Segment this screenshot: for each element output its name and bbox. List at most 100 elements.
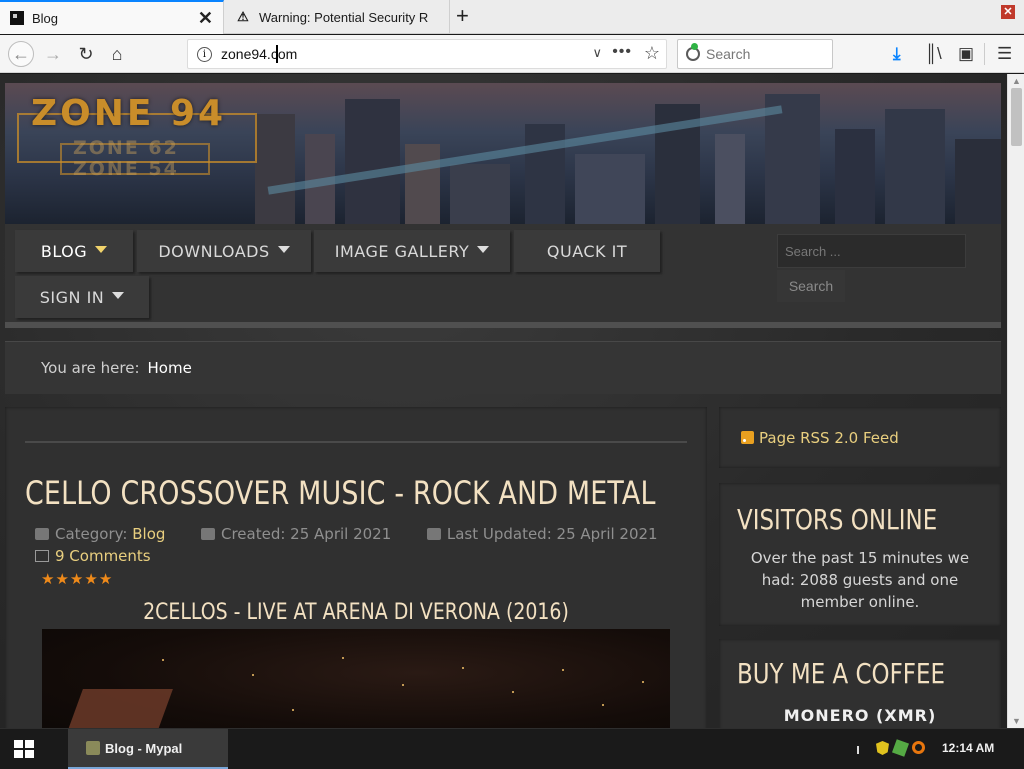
visitors-heading: VISITORS ONLINE: [737, 503, 938, 536]
home-button[interactable]: ⌂: [105, 42, 129, 66]
menu-item-label: BLOG: [40, 241, 88, 261]
toolbar-divider: [984, 43, 985, 65]
site-logo-sub: ZONE 62 ZONE 54: [73, 138, 179, 180]
coffee-heading: BUY ME A COFFEE: [737, 657, 946, 690]
site-search-input[interactable]: Search ...: [777, 234, 966, 268]
network-icon[interactable]: [891, 739, 910, 757]
tab-security-warning[interactable]: ⚠ Warning: Potential Security R: [225, 0, 450, 34]
search-icon: [686, 43, 700, 61]
url-bar[interactable]: i zone94.com ∨ ••• ☆: [187, 39, 667, 69]
star-icon[interactable]: ★: [84, 571, 98, 588]
rss-feed-card: Page RSS 2.0 Feed: [719, 407, 1001, 468]
chevron-down-icon[interactable]: ∨: [592, 45, 602, 61]
star-icon[interactable]: ★: [41, 571, 55, 588]
site-info-icon[interactable]: i: [197, 46, 212, 62]
rss-link[interactable]: Page RSS 2.0 Feed: [759, 429, 899, 447]
scrollbar-thumb[interactable]: [1011, 88, 1022, 146]
text-cursor: [276, 45, 278, 63]
caret-down-icon: [277, 245, 290, 253]
site-favicon-icon: [10, 11, 24, 25]
logo-sub-line: ZONE 62: [73, 137, 179, 159]
updated-date: Last Updated: 25 April 2021: [446, 525, 658, 543]
star-icon[interactable]: ★: [70, 571, 84, 588]
comments-link[interactable]: 9 Comments: [55, 547, 151, 565]
os-taskbar: Blog - Mypal 12:14 AM: [0, 728, 1024, 769]
menu-item-label: QUACK IT: [546, 241, 628, 261]
site-search-placeholder: Search ...: [785, 243, 841, 259]
tab-title: Blog: [32, 10, 59, 26]
security-shield-icon[interactable]: [876, 741, 889, 755]
breadcrumb-home[interactable]: Home: [148, 359, 192, 377]
comment-icon: [35, 550, 49, 562]
caret-down-icon: [95, 245, 108, 253]
visitors-text: Over the past 15 minutes we had: 2088 gu…: [750, 549, 970, 611]
tab-title: Warning: Potential Security R: [259, 9, 429, 25]
scroll-down-icon[interactable]: ▼: [1012, 716, 1021, 726]
rating-stars[interactable]: ★★★★★: [41, 570, 113, 588]
caret-down-icon: [477, 245, 490, 253]
page-scrollbar[interactable]: ▲ ▼: [1007, 74, 1024, 728]
divider: [25, 441, 687, 443]
search-tray-icon[interactable]: [912, 741, 925, 754]
menu-item-image-gallery[interactable]: IMAGE GALLERY: [314, 230, 510, 272]
windows-start-icon[interactable]: [14, 740, 34, 758]
warning-icon: ⚠: [237, 9, 249, 24]
buy-coffee-card: BUY ME A COFFEE MONERO (XMR): [719, 639, 1001, 728]
article-subheading: 2CELLOS - LIVE AT ARENA DI VERONA (2016): [143, 600, 569, 625]
hamburger-menu-icon[interactable]: ☰: [997, 44, 1012, 64]
breadcrumb-prefix: You are here:: [41, 359, 140, 377]
menu-item-sign-in[interactable]: SIGN IN: [15, 276, 149, 318]
logo-sub-line: ZONE 54: [73, 158, 179, 180]
site-logo[interactable]: ZONE 94: [31, 93, 226, 134]
menu-item-blog[interactable]: BLOG: [15, 230, 133, 272]
close-tab-icon[interactable]: ✕: [198, 9, 213, 27]
tab-strip: Blog ✕ ⚠ Warning: Potential Security R +…: [0, 0, 1024, 34]
new-tab-button[interactable]: +: [456, 5, 469, 27]
main-menu: BLOG DOWNLOADS IMAGE GALLERY QUACK IT SI…: [5, 224, 1001, 328]
page-actions-icon[interactable]: •••: [612, 43, 632, 61]
visitors-online-card: VISITORS ONLINE Over the past 15 minutes…: [719, 483, 1001, 626]
category-link[interactable]: Blog: [132, 525, 165, 543]
article-panel: CELLO CROSSOVER MUSIC - ROCK AND METAL C…: [5, 407, 707, 728]
caret-down-icon: [112, 291, 125, 299]
menu-item-label: DOWNLOADS: [158, 241, 270, 261]
sidebar-icon[interactable]: ▣: [958, 44, 974, 64]
comments-line: 9 Comments: [35, 547, 151, 565]
forward-button[interactable]: →: [41, 42, 65, 66]
download-icon[interactable]: ⤓: [893, 44, 901, 64]
tab-blog[interactable]: Blog ✕: [0, 0, 224, 34]
browser-search-box[interactable]: Search: [677, 39, 833, 69]
rss-icon: [741, 431, 754, 444]
search-placeholder: Search: [706, 46, 751, 62]
site-search-button[interactable]: Search: [777, 270, 845, 302]
calendar-icon: [201, 528, 215, 540]
taskbar-app-button[interactable]: Blog - Mypal: [68, 729, 228, 769]
calendar-icon: [426, 528, 441, 540]
mypal-icon: [86, 741, 100, 755]
menu-item-downloads[interactable]: DOWNLOADS: [137, 230, 311, 272]
article-meta: Category: Blog Created: 25 April 2021 La…: [35, 525, 658, 543]
taskbar-app-label: Blog - Mypal: [105, 740, 183, 756]
breadcrumb: You are here: Home: [5, 341, 1001, 394]
url-text[interactable]: zone94.com: [221, 46, 297, 62]
star-icon[interactable]: ★: [55, 571, 69, 588]
scroll-up-icon[interactable]: ▲: [1012, 76, 1021, 86]
page-viewport: ZONE 94 ZONE 62 ZONE 54 BLOG DOWNLOADS I…: [0, 74, 1007, 728]
created-date: Created: 25 April 2021: [221, 525, 392, 543]
system-clock[interactable]: 12:14 AM: [942, 741, 994, 755]
window-close-button[interactable]: ✕: [1001, 5, 1015, 19]
navigation-toolbar: ← → ↻ ⌂ i zone94.com ∨ ••• ☆ Search ⤓ ║\…: [0, 35, 1024, 73]
category-label: Category:: [55, 525, 128, 543]
video-embed[interactable]: [42, 629, 670, 728]
library-icon[interactable]: ║\: [925, 44, 942, 64]
star-icon[interactable]: ★: [99, 571, 113, 588]
article-title[interactable]: CELLO CROSSOVER MUSIC - ROCK AND METAL: [25, 474, 656, 512]
back-button[interactable]: ←: [8, 41, 34, 67]
coffee-currency: MONERO (XMR): [783, 706, 937, 725]
bookmark-star-icon[interactable]: ☆: [644, 43, 660, 64]
folder-icon: [35, 528, 49, 540]
reload-button[interactable]: ↻: [74, 42, 98, 66]
tray-divider: [857, 746, 859, 754]
menu-item-quack-it[interactable]: QUACK IT: [514, 230, 660, 272]
menu-item-label: SIGN IN: [39, 287, 105, 307]
